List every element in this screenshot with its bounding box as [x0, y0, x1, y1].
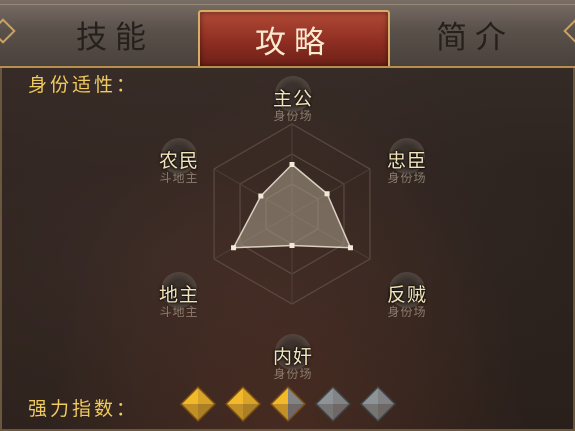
radar-value-point — [231, 245, 237, 251]
role-name: 农民 — [158, 150, 199, 172]
diamond-half-icon — [269, 385, 307, 423]
diamond-full-icon — [224, 385, 262, 423]
radar-value-point — [289, 162, 295, 167]
diamond-empty-icon — [314, 385, 352, 423]
radar-value-point — [289, 243, 295, 248]
role-name: 忠臣 — [386, 150, 427, 172]
diamond-empty-icon — [359, 385, 397, 423]
role-name: 主公 — [272, 88, 313, 110]
radar-value-point — [324, 191, 330, 197]
role-name: 地主 — [158, 284, 199, 306]
power-index-rating — [179, 385, 397, 423]
role-upper-left: 农民 斗地主 — [139, 138, 219, 186]
role-name: 反贼 — [386, 284, 427, 306]
power-index-label: 强力指数： — [28, 398, 139, 420]
diamond-full-icon — [179, 385, 217, 423]
role-bottom: 内奸 身份场 — [253, 334, 333, 382]
radar-value-point — [347, 245, 353, 251]
radar-value-point — [258, 193, 264, 199]
role-lower-left: 地主 斗地主 — [139, 272, 219, 320]
role-name: 内奸 — [272, 346, 313, 368]
role-top: 主公 身份场 — [253, 76, 333, 124]
role-upper-right: 忠臣 身份场 — [367, 138, 447, 186]
role-lower-right: 反贼 身份场 — [367, 272, 447, 320]
